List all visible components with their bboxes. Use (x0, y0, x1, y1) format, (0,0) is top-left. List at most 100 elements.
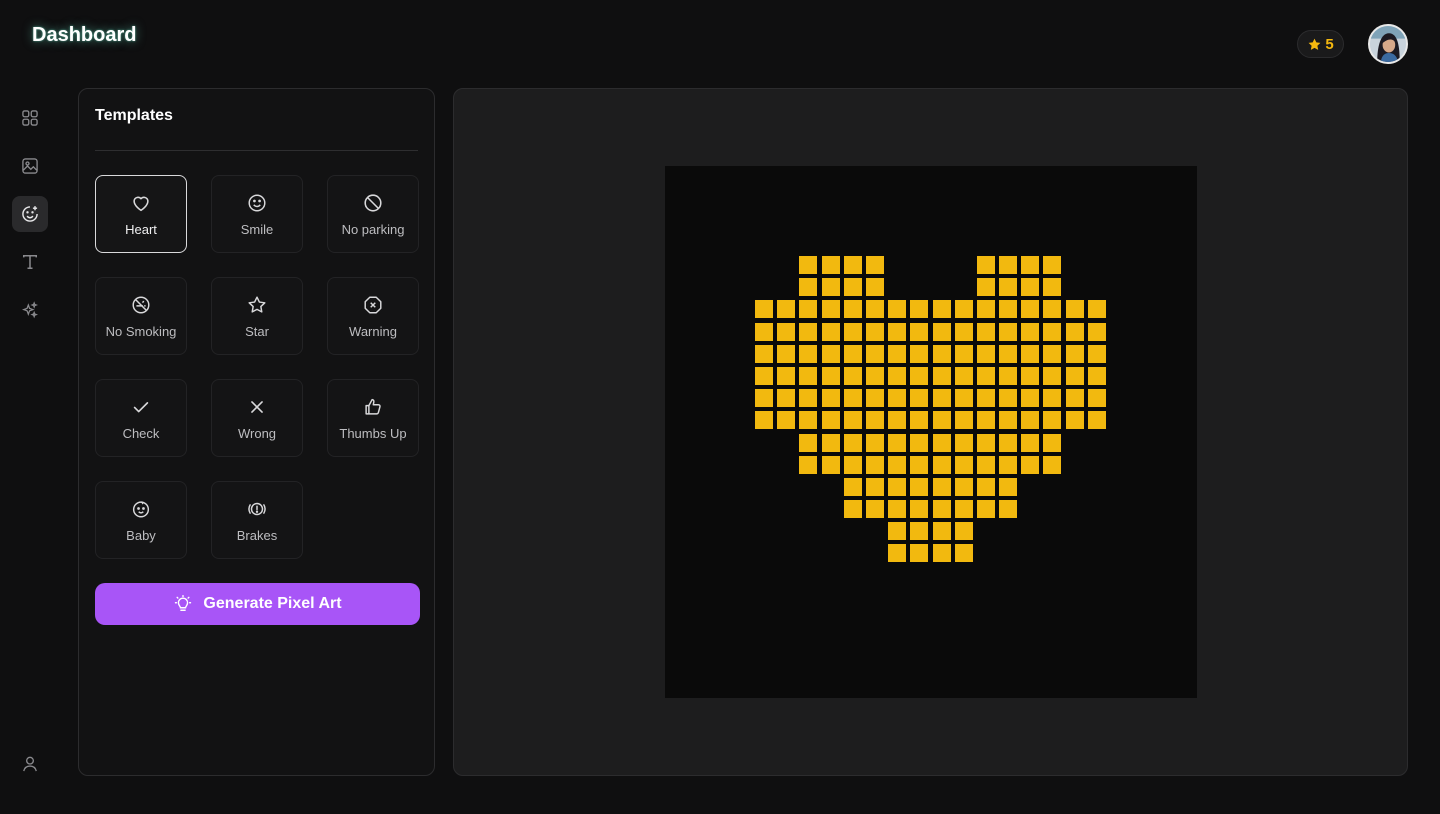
pixel-canvas[interactable] (665, 166, 1197, 698)
pixel-empty (755, 522, 773, 540)
pixel-cell (1043, 322, 1062, 341)
pixel-cell (976, 477, 995, 496)
rail-item-text[interactable] (12, 244, 48, 280)
pixel-empty (777, 500, 795, 518)
pixel-cell (755, 300, 773, 319)
pixel-empty (777, 456, 795, 474)
pixel-cell (999, 389, 1018, 408)
pixel-cell (821, 455, 840, 474)
template-thumbs-up[interactable]: Thumbs Up (327, 379, 419, 457)
pixel-cell (999, 366, 1018, 385)
pixel-empty (755, 500, 773, 518)
pixel-cell (888, 544, 907, 563)
template-smile[interactable]: Smile (211, 175, 303, 253)
template-check[interactable]: Check (95, 379, 187, 457)
pixel-cell (821, 278, 840, 297)
pixel-empty (777, 256, 795, 274)
pixel-cell (1065, 322, 1084, 341)
pixel-cell (888, 500, 907, 519)
pixel-empty (1021, 522, 1039, 540)
pixel-cell (910, 300, 929, 319)
pixel-cell (954, 389, 973, 408)
template-label: No Smoking (105, 323, 177, 339)
pixel-cell (910, 322, 929, 341)
template-baby[interactable]: Baby (95, 481, 187, 559)
pixel-cell (821, 322, 840, 341)
brakes-icon (248, 502, 266, 515)
pixel-cell (1021, 300, 1040, 319)
pixel-cell (799, 366, 818, 385)
pixel-cell (954, 344, 973, 363)
pixel-cell (865, 500, 884, 519)
pixel-empty (1066, 522, 1084, 540)
generate-pixel-art-button[interactable]: Generate Pixel Art (95, 583, 420, 625)
pixel-cell (1065, 411, 1084, 430)
rail-item-dashboard[interactable] (12, 100, 48, 136)
pixel-empty (999, 544, 1017, 562)
pixel-cell (954, 544, 973, 563)
no-smoking-icon (132, 295, 150, 314)
pixel-cell (932, 522, 951, 541)
pixel-cell (932, 344, 951, 363)
pixel-cell (888, 366, 907, 385)
pixel-empty (822, 544, 840, 562)
pixel-empty (799, 478, 817, 496)
pixel-empty (1088, 456, 1106, 474)
rail-item-profile[interactable] (12, 746, 48, 782)
pixel-empty (866, 522, 884, 540)
template-no-parking[interactable]: No parking (327, 175, 419, 253)
pixel-cell (954, 322, 973, 341)
template-label: Star (245, 323, 269, 339)
pixel-cell (865, 366, 884, 385)
credits-badge[interactable]: 5 (1297, 30, 1344, 58)
pixel-cell (932, 366, 951, 385)
divider (95, 150, 418, 151)
pixel-cell (821, 256, 840, 274)
template-heart[interactable]: Heart (95, 175, 187, 253)
pixel-empty (1066, 456, 1084, 474)
pixel-cell (910, 477, 929, 496)
pixel-cell (821, 411, 840, 430)
rail-item-images[interactable] (12, 148, 48, 184)
pixel-cell (999, 477, 1018, 496)
avatar[interactable] (1368, 24, 1408, 64)
pixel-cell (932, 455, 951, 474)
rail-item-ai[interactable] (12, 292, 48, 328)
pixel-cell (777, 344, 796, 363)
pixel-cell (755, 366, 773, 385)
pixel-cell (1087, 322, 1106, 341)
app-title: Dashboard (32, 24, 137, 46)
sparkles-icon (21, 301, 38, 319)
pixel-cell (843, 455, 862, 474)
template-star[interactable]: Star (211, 277, 303, 355)
pixel-empty (977, 544, 995, 562)
pixel-cell (799, 322, 818, 341)
pixel-cell (888, 477, 907, 496)
baby-icon (132, 500, 150, 518)
pixel-empty (777, 278, 795, 296)
pixel-cell (1021, 322, 1040, 341)
template-no-smoking[interactable]: No Smoking (95, 277, 187, 355)
pixel-cell (865, 300, 884, 319)
pixel-cell (976, 500, 995, 519)
pixel-empty (822, 500, 840, 518)
pixel-cell (843, 477, 862, 496)
template-wrong[interactable]: Wrong (211, 379, 303, 457)
pixel-cell (999, 278, 1018, 297)
avatar-image (1370, 26, 1406, 62)
pixel-cell (954, 300, 973, 319)
pixel-empty (755, 434, 773, 452)
template-warning[interactable]: Warning (327, 277, 419, 355)
pixel-empty (1021, 544, 1039, 562)
rail-item-stickers[interactable] (12, 196, 48, 232)
pixel-empty (1043, 544, 1061, 562)
pixel-empty (777, 434, 795, 452)
template-brakes[interactable]: Brakes (211, 481, 303, 559)
pixel-empty (755, 256, 773, 274)
pixel-empty (1043, 478, 1061, 496)
template-label: Wrong (237, 425, 277, 441)
pixel-cell (910, 366, 929, 385)
pixel-empty (1088, 544, 1106, 562)
pixel-cell (888, 433, 907, 452)
pixel-cell (932, 389, 951, 408)
